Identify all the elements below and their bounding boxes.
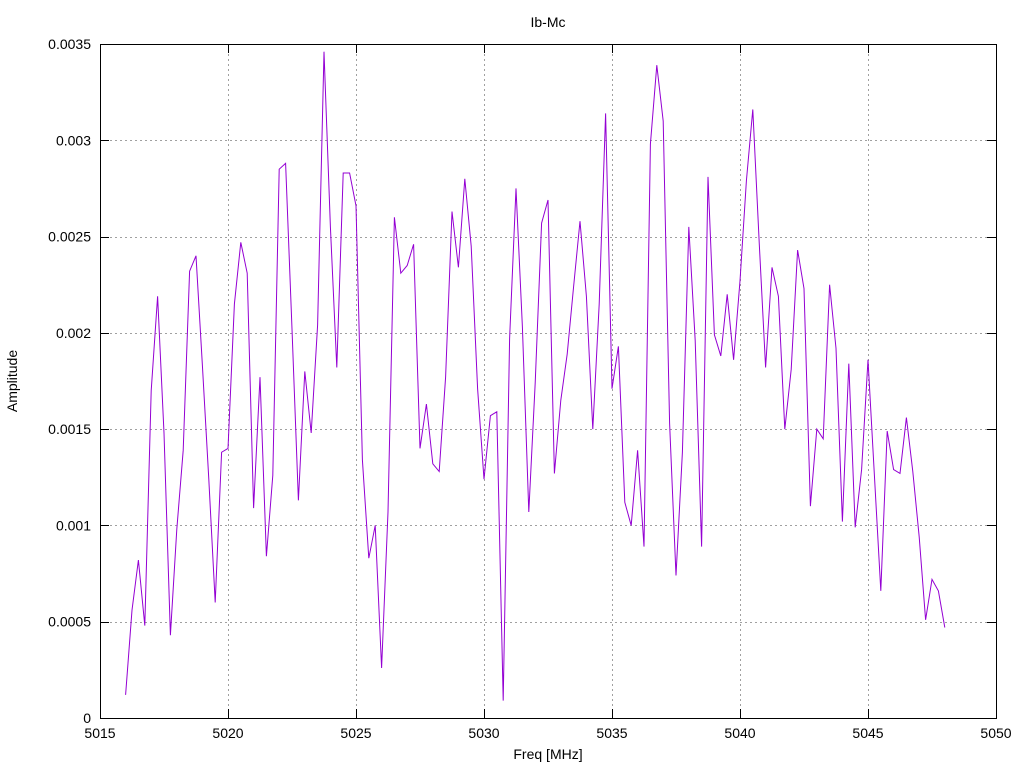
y-axis-label: Amplitude (4, 350, 20, 412)
x-tick-label: 5020 (212, 725, 243, 741)
y-tick-label: 0.0015 (48, 421, 91, 437)
x-tick-label: 5035 (596, 725, 627, 741)
y-tick-label: 0.0025 (48, 229, 91, 245)
y-tick-label: 0.003 (56, 132, 91, 148)
y-tick-label: 0.001 (56, 517, 91, 533)
x-axis-ticks: 5015 5020 5025 5030 5035 5040 5045 5050 (84, 44, 1012, 741)
x-tick-label: 5045 (852, 725, 883, 741)
x-tick-label: 5025 (340, 725, 371, 741)
grid-lines (100, 44, 996, 718)
x-tick-label: 5015 (84, 725, 115, 741)
y-tick-label: 0.0035 (48, 36, 91, 52)
series-group (125, 51, 946, 701)
x-tick-label: 5040 (724, 725, 755, 741)
y-tick-label: 0.0005 (48, 614, 91, 630)
x-tick-label: 5030 (468, 725, 499, 741)
line-chart: Ib-Mc 5015 5020 5025 5030 5035 5040 5045 5050 0… (4, 14, 1012, 762)
chart-title: Ib-Mc (531, 14, 566, 30)
x-tick-label: 5050 (980, 725, 1011, 741)
plot-frame (100, 44, 997, 719)
series-line (125, 51, 946, 701)
y-tick-label: 0.002 (56, 325, 91, 341)
x-axis-label: Freq [MHz] (513, 746, 582, 762)
y-tick-label: 0 (83, 710, 91, 726)
